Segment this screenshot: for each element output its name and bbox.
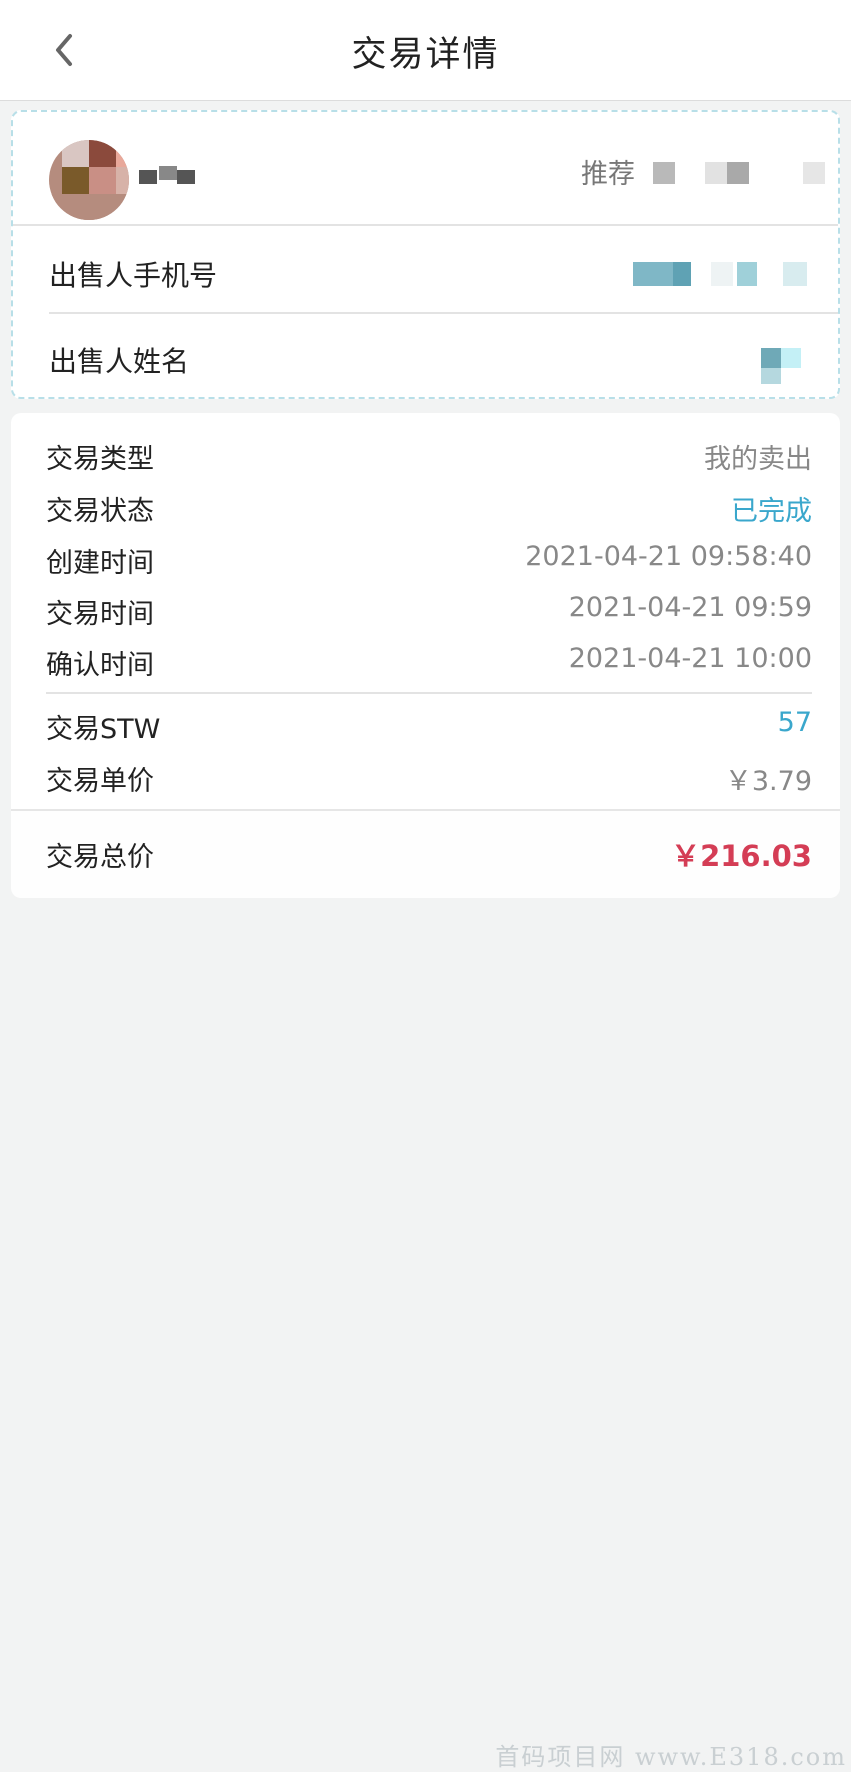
total-price-label: 交易总价: [46, 842, 154, 873]
page-title: 交易详情: [351, 35, 500, 75]
masked-user-name: [137, 160, 197, 190]
masked-referrer-value: [645, 162, 835, 186]
trade-type-label: 交易类型: [46, 444, 154, 475]
seller-phone-label: 出售人手机号: [49, 259, 218, 292]
seller-info-card: 推荐 出售人手机号 出售人姓名: [11, 110, 840, 399]
total-price-row: 交易总价 ￥216.03: [11, 809, 840, 898]
masked-seller-name: [761, 348, 817, 388]
referrer-label: 推荐: [581, 159, 635, 190]
total-price-value: ￥216.03: [671, 839, 812, 873]
divider: [13, 224, 838, 226]
top-navigation-bar: 交易详情: [0, 0, 851, 101]
confirm-time-value: 2021-04-21 10:00: [568, 643, 812, 674]
watermark: 首码项目网 www.E318.com: [495, 1743, 847, 1771]
confirm-time-label: 确认时间: [46, 650, 154, 681]
avatar: [49, 140, 129, 220]
transaction-details-card: 交易类型 我的卖出 交易状态 已完成 创建时间 2021-04-21 09:58…: [11, 413, 840, 898]
trade-time-value: 2021-04-21 09:59: [568, 592, 812, 623]
created-time-value: 2021-04-21 09:58:40: [525, 541, 812, 572]
trade-type-value: 我的卖出: [704, 444, 812, 475]
trade-stw-label: 交易STW: [46, 714, 161, 745]
seller-user-row: 推荐: [13, 112, 838, 225]
trade-status-label: 交易状态: [46, 496, 154, 527]
trade-status-value: 已完成: [731, 496, 812, 527]
masked-phone-value: [633, 262, 813, 286]
trade-time-label: 交易时间: [46, 599, 154, 630]
divider: [46, 692, 812, 694]
unit-price-value: ￥3.79: [724, 766, 812, 797]
divider: [49, 312, 838, 314]
seller-name-label: 出售人姓名: [49, 345, 190, 378]
created-time-label: 创建时间: [46, 548, 154, 579]
trade-stw-value: 57: [777, 707, 812, 738]
unit-price-label: 交易单价: [46, 766, 154, 797]
